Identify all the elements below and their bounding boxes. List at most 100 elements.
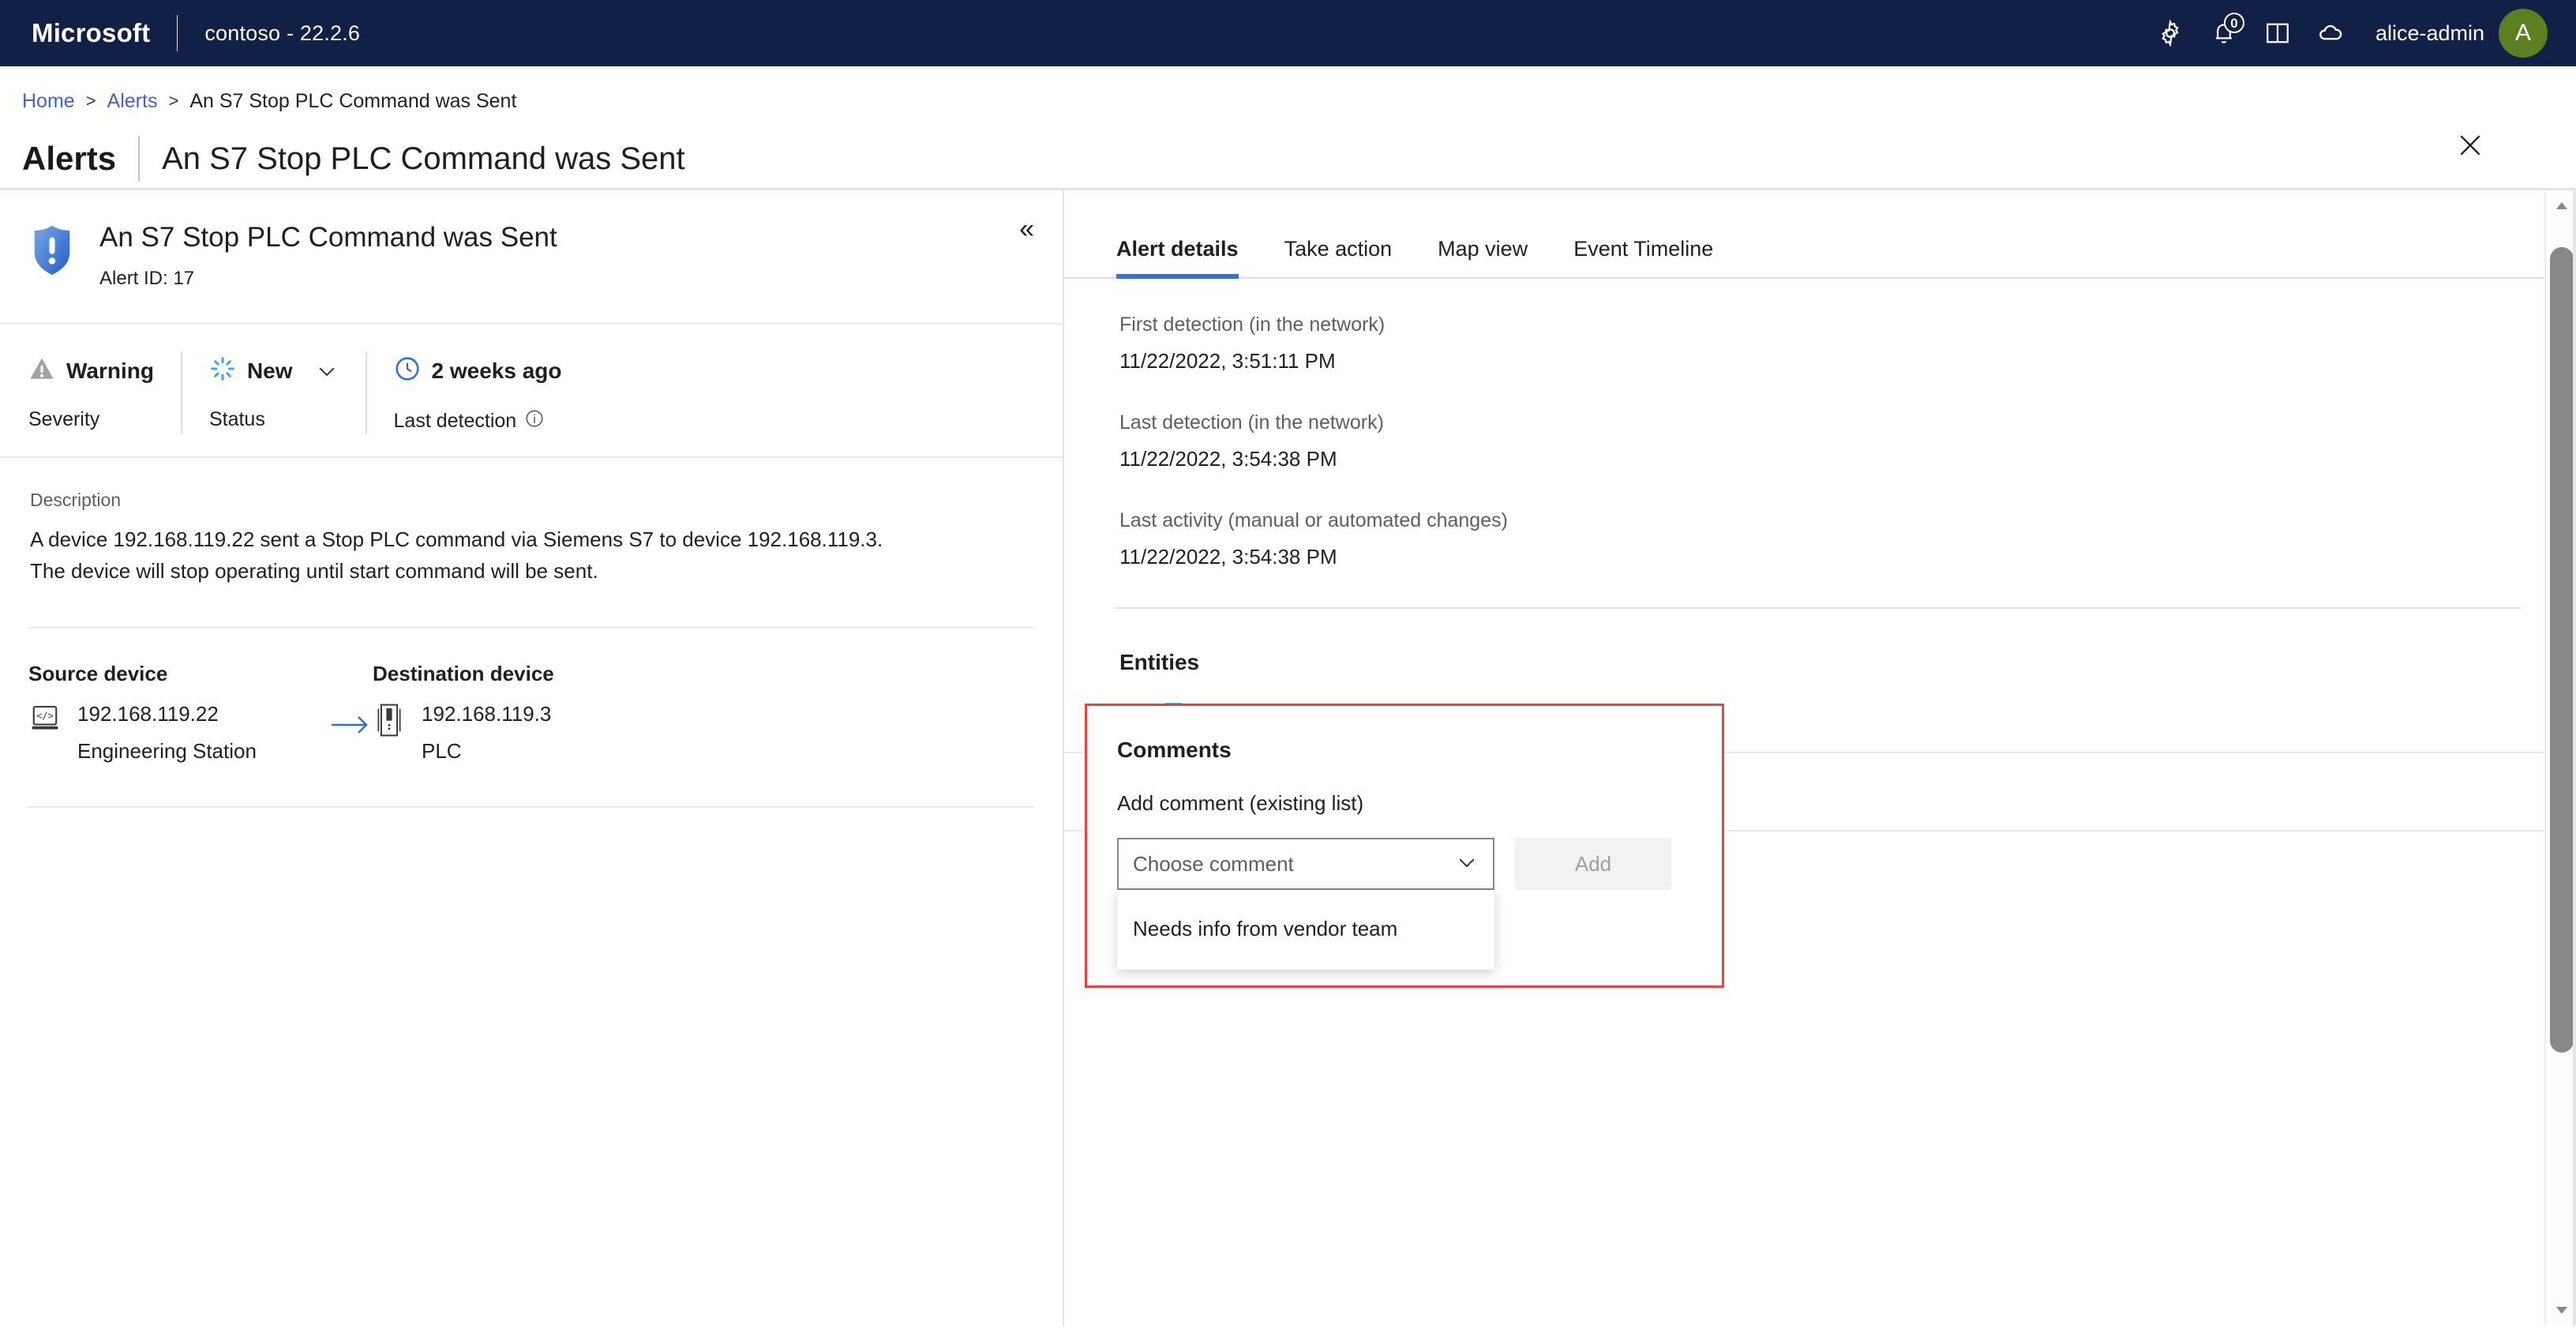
tab-event-timeline[interactable]: Event Timeline (1573, 237, 1713, 277)
status-new-icon (209, 355, 236, 388)
vertical-scrollbar[interactable] (2544, 190, 2576, 1326)
destination-device-text: 192.168.119.3 PLC (422, 702, 551, 764)
bell-icon[interactable]: 0 (2197, 6, 2251, 60)
add-comment-label: Add comment (existing list) (1117, 791, 1364, 815)
scrollbar-thumb[interactable] (2550, 247, 2574, 1053)
comment-option-0[interactable]: Needs info from vendor team (1117, 907, 1494, 951)
alert-id-label: Alert ID: 17 (99, 268, 195, 290)
alert-details-panel: Alert details Take action Map view Event… (1064, 190, 2576, 1326)
last-activity-label: Last activity (manual or automated chang… (1119, 509, 1508, 531)
engineering-station-icon: </> (28, 702, 62, 739)
brand-divider (177, 15, 178, 51)
tab-alert-details[interactable]: Alert details (1116, 237, 1239, 279)
severity-label: Severity (28, 408, 154, 431)
gear-icon[interactable] (2143, 6, 2197, 60)
book-icon[interactable] (2251, 6, 2304, 60)
destination-device-block: Destination device 192.168.119.3 PLC (373, 662, 815, 764)
severity-value-row: Warning (28, 351, 154, 391)
breadcrumb: Home > Alerts > An S7 Stop PLC Command w… (0, 66, 2576, 115)
scroll-down-arrow-icon[interactable] (2546, 1294, 2576, 1326)
choose-comment-placeholder: Choose comment (1133, 851, 1294, 876)
source-device-text: 192.168.119.22 Engineering Station (77, 702, 257, 764)
first-detection-label: First detection (in the network) (1119, 313, 1385, 336)
status-label-text: Status (208, 408, 265, 430)
source-device-type: Engineering Station (77, 738, 257, 763)
description-block: Description A device 192.168.119.22 sent… (0, 458, 1063, 616)
stat-last-detection: 2 weeks ago Last detection (365, 351, 589, 434)
destination-device-ip[interactable]: 192.168.119.3 (422, 702, 551, 726)
tenant-version-label: contoso - 22.2.6 (204, 21, 361, 45)
destination-device-row: 192.168.119.3 PLC (373, 702, 815, 764)
detection-details: First detection (in the network) 11/22/2… (1064, 313, 2576, 569)
top-navigation-bar: Microsoft contoso - 22.2.6 0 alice-admin… (0, 0, 2576, 66)
info-icon[interactable] (524, 408, 545, 434)
microsoft-logo-text[interactable]: Microsoft (32, 18, 150, 48)
severity-value: Warning (66, 358, 154, 383)
cloud-icon[interactable] (2304, 6, 2358, 60)
right-edge-divider (2573, 190, 2576, 1326)
page-title-sub: An S7 Stop PLC Command was Sent (162, 141, 685, 176)
topbar-actions: 0 alice-admin A (2143, 6, 2548, 60)
chevron-down-icon[interactable] (315, 359, 339, 383)
last-detection-network-value: 11/22/2022, 3:54:38 PM (1119, 447, 1337, 471)
devices-divider (28, 805, 1034, 808)
svg-text:</>: </> (36, 710, 54, 721)
last-activity-value: 11/22/2022, 3:54:38 PM (1119, 545, 1337, 569)
last-detection-value-row: 2 weeks ago (394, 351, 562, 391)
clock-icon (394, 355, 421, 388)
last-detection-label: Last detection (394, 408, 562, 434)
destination-device-type: PLC (422, 738, 462, 763)
flow-arrow-icon (328, 711, 373, 743)
destination-device-label: Destination device (373, 661, 554, 685)
page-title-main: Alerts (22, 140, 117, 177)
username-label[interactable]: alice-admin (2375, 21, 2484, 46)
notification-count-badge: 0 (2223, 13, 2244, 33)
chevron-down-icon[interactable] (1455, 850, 1479, 878)
comment-controls: Choose comment Add Needs info from vendo… (1117, 838, 1687, 970)
scroll-up-arrow-icon[interactable] (2546, 190, 2576, 222)
comment-options-dropdown: Needs info from vendor team (1117, 890, 1494, 970)
breadcrumb-separator: > (85, 91, 96, 111)
main-content: An S7 Stop PLC Command was Sent Alert ID… (0, 190, 2576, 1326)
stat-status: New Status (180, 351, 366, 434)
stat-severity: Warning Severity (0, 351, 181, 434)
description-line-1: A device 192.168.119.22 sent a Stop PLC … (30, 527, 883, 551)
choose-comment-select[interactable]: Choose comment (1117, 838, 1494, 890)
alert-title: An S7 Stop PLC Command was Sent (99, 222, 557, 253)
alert-summary-panel: An S7 Stop PLC Command was Sent Alert ID… (0, 190, 1064, 1326)
tab-take-action[interactable]: Take action (1284, 237, 1393, 277)
device-flow-block: Source device </> 192.168.119.22 Enginee… (0, 629, 1063, 795)
page-title-divider (138, 136, 141, 182)
alert-details-body: First detection (in the network) 11/22/2… (1064, 279, 2576, 988)
first-detection-value: 11/22/2022, 3:51:11 PM (1119, 349, 1336, 373)
breadcrumb-separator: > (168, 91, 179, 111)
status-label: Status (209, 408, 339, 431)
page-title: Alerts An S7 Stop PLC Command was Sent (0, 115, 2576, 188)
collapse-panel-icon[interactable]: « (1019, 216, 1034, 242)
breadcrumb-item-current: An S7 Stop PLC Command was Sent (189, 89, 517, 112)
last-detection-network-label: Last detection (in the network) (1119, 411, 1384, 434)
add-comment-button[interactable]: Add (1515, 838, 1671, 890)
last-detection-value: 2 weeks ago (431, 358, 562, 383)
close-icon[interactable] (2448, 123, 2492, 167)
plc-icon (373, 702, 406, 742)
description-line-2: The device will stop operating until sta… (30, 559, 598, 584)
comments-title: Comments (1117, 738, 1232, 762)
alert-stats-row: Warning Severity New Status 2 weeks ago … (0, 325, 1063, 458)
warning-triangle-icon (28, 355, 55, 388)
status-value-row: New (209, 351, 339, 391)
last-detection-label-text: Last detection (393, 410, 517, 432)
tab-map-view[interactable]: Map view (1438, 237, 1528, 277)
tab-bar: Alert details Take action Map view Event… (1064, 190, 2576, 279)
alert-header: An S7 Stop PLC Command was Sent Alert ID… (0, 190, 1063, 325)
avatar[interactable]: A (2499, 9, 2548, 58)
alert-shield-icon (30, 223, 74, 280)
description-label: Description (30, 490, 122, 510)
entities-title: Entities (1119, 650, 1200, 674)
breadcrumb-item-alerts[interactable]: Alerts (107, 90, 158, 113)
alert-header-text: An S7 Stop PLC Command was Sent Alert ID… (99, 220, 557, 290)
comments-section: Comments Add comment (existing list) Cho… (1085, 704, 1724, 988)
breadcrumb-item-home[interactable]: Home (22, 90, 75, 113)
source-device-ip[interactable]: 192.168.119.22 (77, 702, 257, 726)
severity-label-text: Severity (28, 408, 100, 430)
